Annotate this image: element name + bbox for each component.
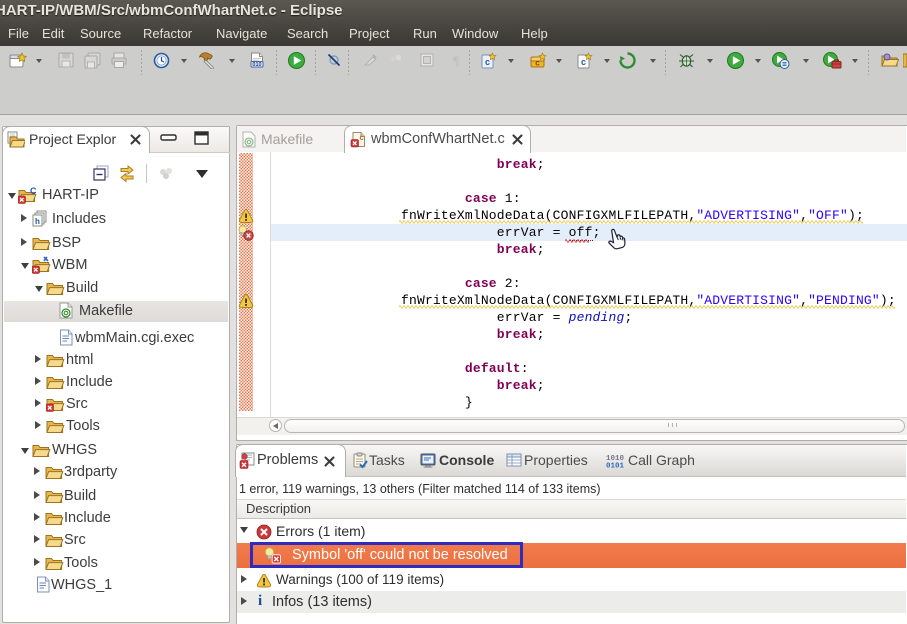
svg-text:C: C (30, 186, 37, 196)
svg-text:0101: 0101 (606, 463, 624, 470)
svg-text:¶: ¶ (452, 53, 459, 68)
svg-text:010: 010 (252, 62, 261, 68)
svg-text:c: c (360, 133, 365, 142)
svg-text:c: c (581, 57, 586, 67)
svg-text:c: c (535, 59, 540, 68)
svg-text:c: c (485, 57, 490, 67)
svg-text:h: h (35, 217, 40, 226)
